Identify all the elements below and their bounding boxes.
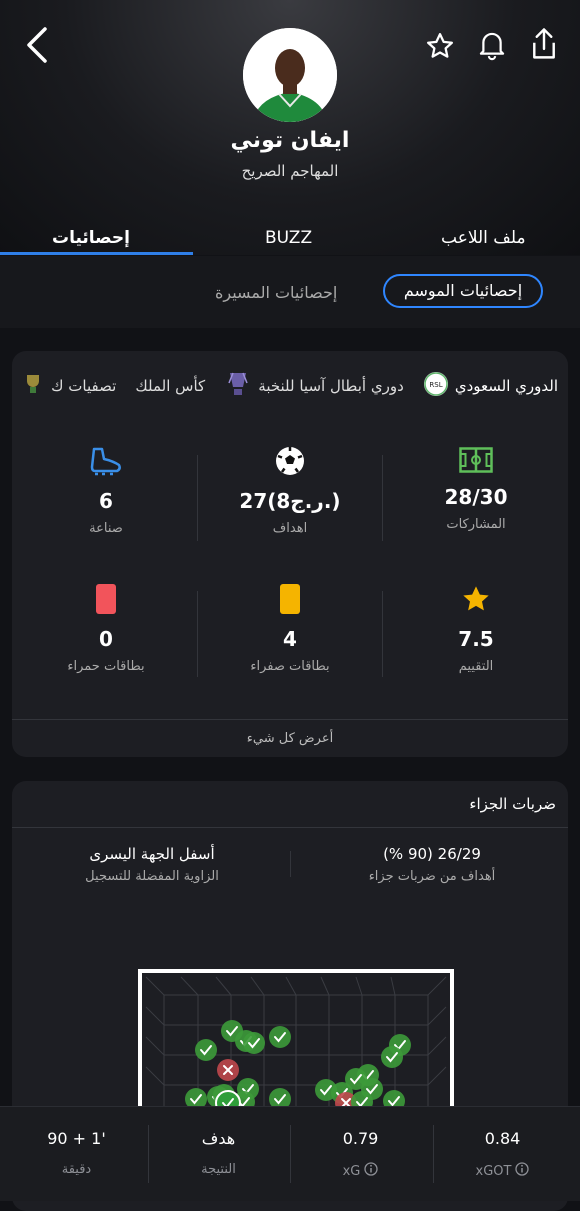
share-icon[interactable] xyxy=(528,26,560,62)
boot-icon xyxy=(16,445,196,481)
stat-assists: 6 صناعة xyxy=(16,445,196,536)
footer-xgot: 0.84 xGOT xyxy=(430,1129,575,1180)
stat-value: 7.5 xyxy=(458,627,494,651)
divider xyxy=(197,591,198,677)
divider xyxy=(12,827,568,828)
scored-penalty-marker[interactable] xyxy=(243,1032,265,1054)
back-arrow-icon[interactable] xyxy=(22,26,52,64)
info-icon[interactable] xyxy=(364,1162,379,1180)
xgot-label-row: xGOT xyxy=(430,1162,575,1180)
bell-icon[interactable] xyxy=(476,28,508,62)
footer-xg: 0.79 xG xyxy=(288,1129,433,1180)
penalty-detail-bar: 0.84 xGOT 0.79 xG هدف النتيجة 90 + 1' دق… xyxy=(0,1106,580,1201)
stat-label: المشاركات xyxy=(446,517,506,532)
subtab-career[interactable]: إحصائيات المسيرة xyxy=(215,283,337,302)
footer-result: هدف النتيجة xyxy=(146,1129,291,1177)
divider xyxy=(12,719,568,720)
missed-penalty-marker[interactable] xyxy=(217,1059,239,1081)
player-name: ايفان توني xyxy=(230,128,350,153)
stat-label: صناعة xyxy=(89,521,123,536)
competition-saudi-league[interactable]: الدوري السعودي RSL xyxy=(423,371,558,401)
cup-icon xyxy=(21,371,45,401)
penalties-title: ضربات الجزاء xyxy=(469,795,556,813)
stat-value: 27(8ر.ج.) xyxy=(239,489,341,513)
info-icon[interactable] xyxy=(515,1162,530,1180)
show-all-link[interactable]: أعرض كل شيء xyxy=(12,731,568,746)
stat-value: 6 xyxy=(99,489,113,513)
competition-label: الدوري السعودي xyxy=(454,377,558,395)
tab-buzz[interactable]: BUZZ xyxy=(265,228,312,248)
xgot-label: xGOT xyxy=(475,1163,512,1179)
competition-label: كأس الملك xyxy=(135,377,206,395)
scored-penalty-marker[interactable] xyxy=(381,1046,403,1068)
stat-label: اهداف xyxy=(272,521,308,536)
minute-label: دقيقة xyxy=(61,1162,92,1177)
scored-penalty-marker[interactable] xyxy=(269,1026,291,1048)
subtab-season[interactable]: إحصائيات الموسم xyxy=(383,274,543,308)
tab-bar: إحصائيات BUZZ ملف اللاعب xyxy=(0,222,580,256)
competition-label: دوري أبطال آسيا للنخبة xyxy=(258,377,404,395)
stat-value: 0 xyxy=(99,627,113,651)
player-header: ايفان توني المهاجم الصريح إحصائيات BUZZ … xyxy=(0,0,580,255)
player-position: المهاجم الصريح xyxy=(241,162,339,180)
stat-goals: 27(8ر.ج.) اهداف xyxy=(200,445,380,536)
competition-filter: الدوري السعودي RSL دوري أبطال آسيا للنخب… xyxy=(12,369,558,403)
scored-penalty-marker[interactable] xyxy=(195,1039,217,1061)
pitch-icon xyxy=(386,447,566,477)
star-icon[interactable] xyxy=(424,30,456,62)
divider xyxy=(290,851,291,877)
stat-red-cards: 0 بطاقات حمراء xyxy=(16,583,196,674)
tab-stats[interactable]: إحصائيات xyxy=(52,228,130,248)
penalty-conversion-value: 26/29 (90 %) xyxy=(383,845,481,863)
penalty-conversion: 26/29 (90 %) أهداف من ضربات جزاء xyxy=(322,845,542,884)
penalty-conversion-label: أهداف من ضربات جزاء xyxy=(368,869,496,884)
preferred-zone-value: أسفل الجهة اليسرى xyxy=(89,845,215,863)
footer-minute: 90 + 1' دقيقة xyxy=(4,1129,149,1177)
svg-text:RSL: RSL xyxy=(429,381,442,389)
stat-label: بطاقات صفراء xyxy=(250,659,330,674)
preferred-zone-label: الزاوية المفضلة للتسجيل xyxy=(85,869,219,884)
xg-label: xG xyxy=(342,1163,361,1179)
subtab-bar: إحصائيات الموسم إحصائيات المسيرة xyxy=(0,256,580,328)
divider xyxy=(197,455,198,541)
season-stats-card: الدوري السعودي RSL دوري أبطال آسيا للنخب… xyxy=(12,351,568,757)
divider xyxy=(433,1125,434,1183)
stat-rating: 7.5 التقييم xyxy=(386,583,566,674)
rsl-logo-icon: RSL xyxy=(423,371,449,401)
stat-yellow-cards: 4 بطاقات صفراء xyxy=(200,583,380,674)
result-label: النتيجة xyxy=(201,1162,236,1177)
result-value: هدف xyxy=(201,1129,236,1148)
tab-active-indicator xyxy=(0,252,193,255)
football-icon xyxy=(200,445,380,481)
competition-label: تصفيات ك xyxy=(51,377,117,395)
trophy-icon xyxy=(224,369,252,403)
stat-value: 4 xyxy=(283,627,297,651)
stat-value: 28/30 xyxy=(444,485,508,509)
xg-value: 0.79 xyxy=(342,1129,379,1148)
minute-value: 90 + 1' xyxy=(47,1129,106,1148)
player-avatar xyxy=(243,28,337,122)
competition-kings-cup[interactable]: كأس الملك xyxy=(135,377,205,395)
preferred-zone: أسفل الجهة اليسرى الزاوية المفضلة للتسجي… xyxy=(42,845,262,884)
xg-label-row: xG xyxy=(288,1162,433,1180)
stat-label: بطاقات حمراء xyxy=(67,659,145,674)
divider xyxy=(382,455,383,541)
tab-profile[interactable]: ملف اللاعب xyxy=(441,228,526,248)
xgot-value: 0.84 xyxy=(484,1129,521,1148)
stat-label: التقييم xyxy=(458,659,494,674)
competition-qualifiers[interactable]: تصفيات ك xyxy=(21,371,116,401)
competition-afc-elite[interactable]: دوري أبطال آسيا للنخبة xyxy=(224,369,404,403)
penalty-goal-map xyxy=(136,967,456,1121)
divider xyxy=(382,591,383,677)
stat-appearances: 28/30 المشاركات xyxy=(386,447,566,532)
star-rating-icon xyxy=(386,583,566,619)
yellow-card-icon xyxy=(200,583,380,619)
red-card-icon xyxy=(16,583,196,619)
